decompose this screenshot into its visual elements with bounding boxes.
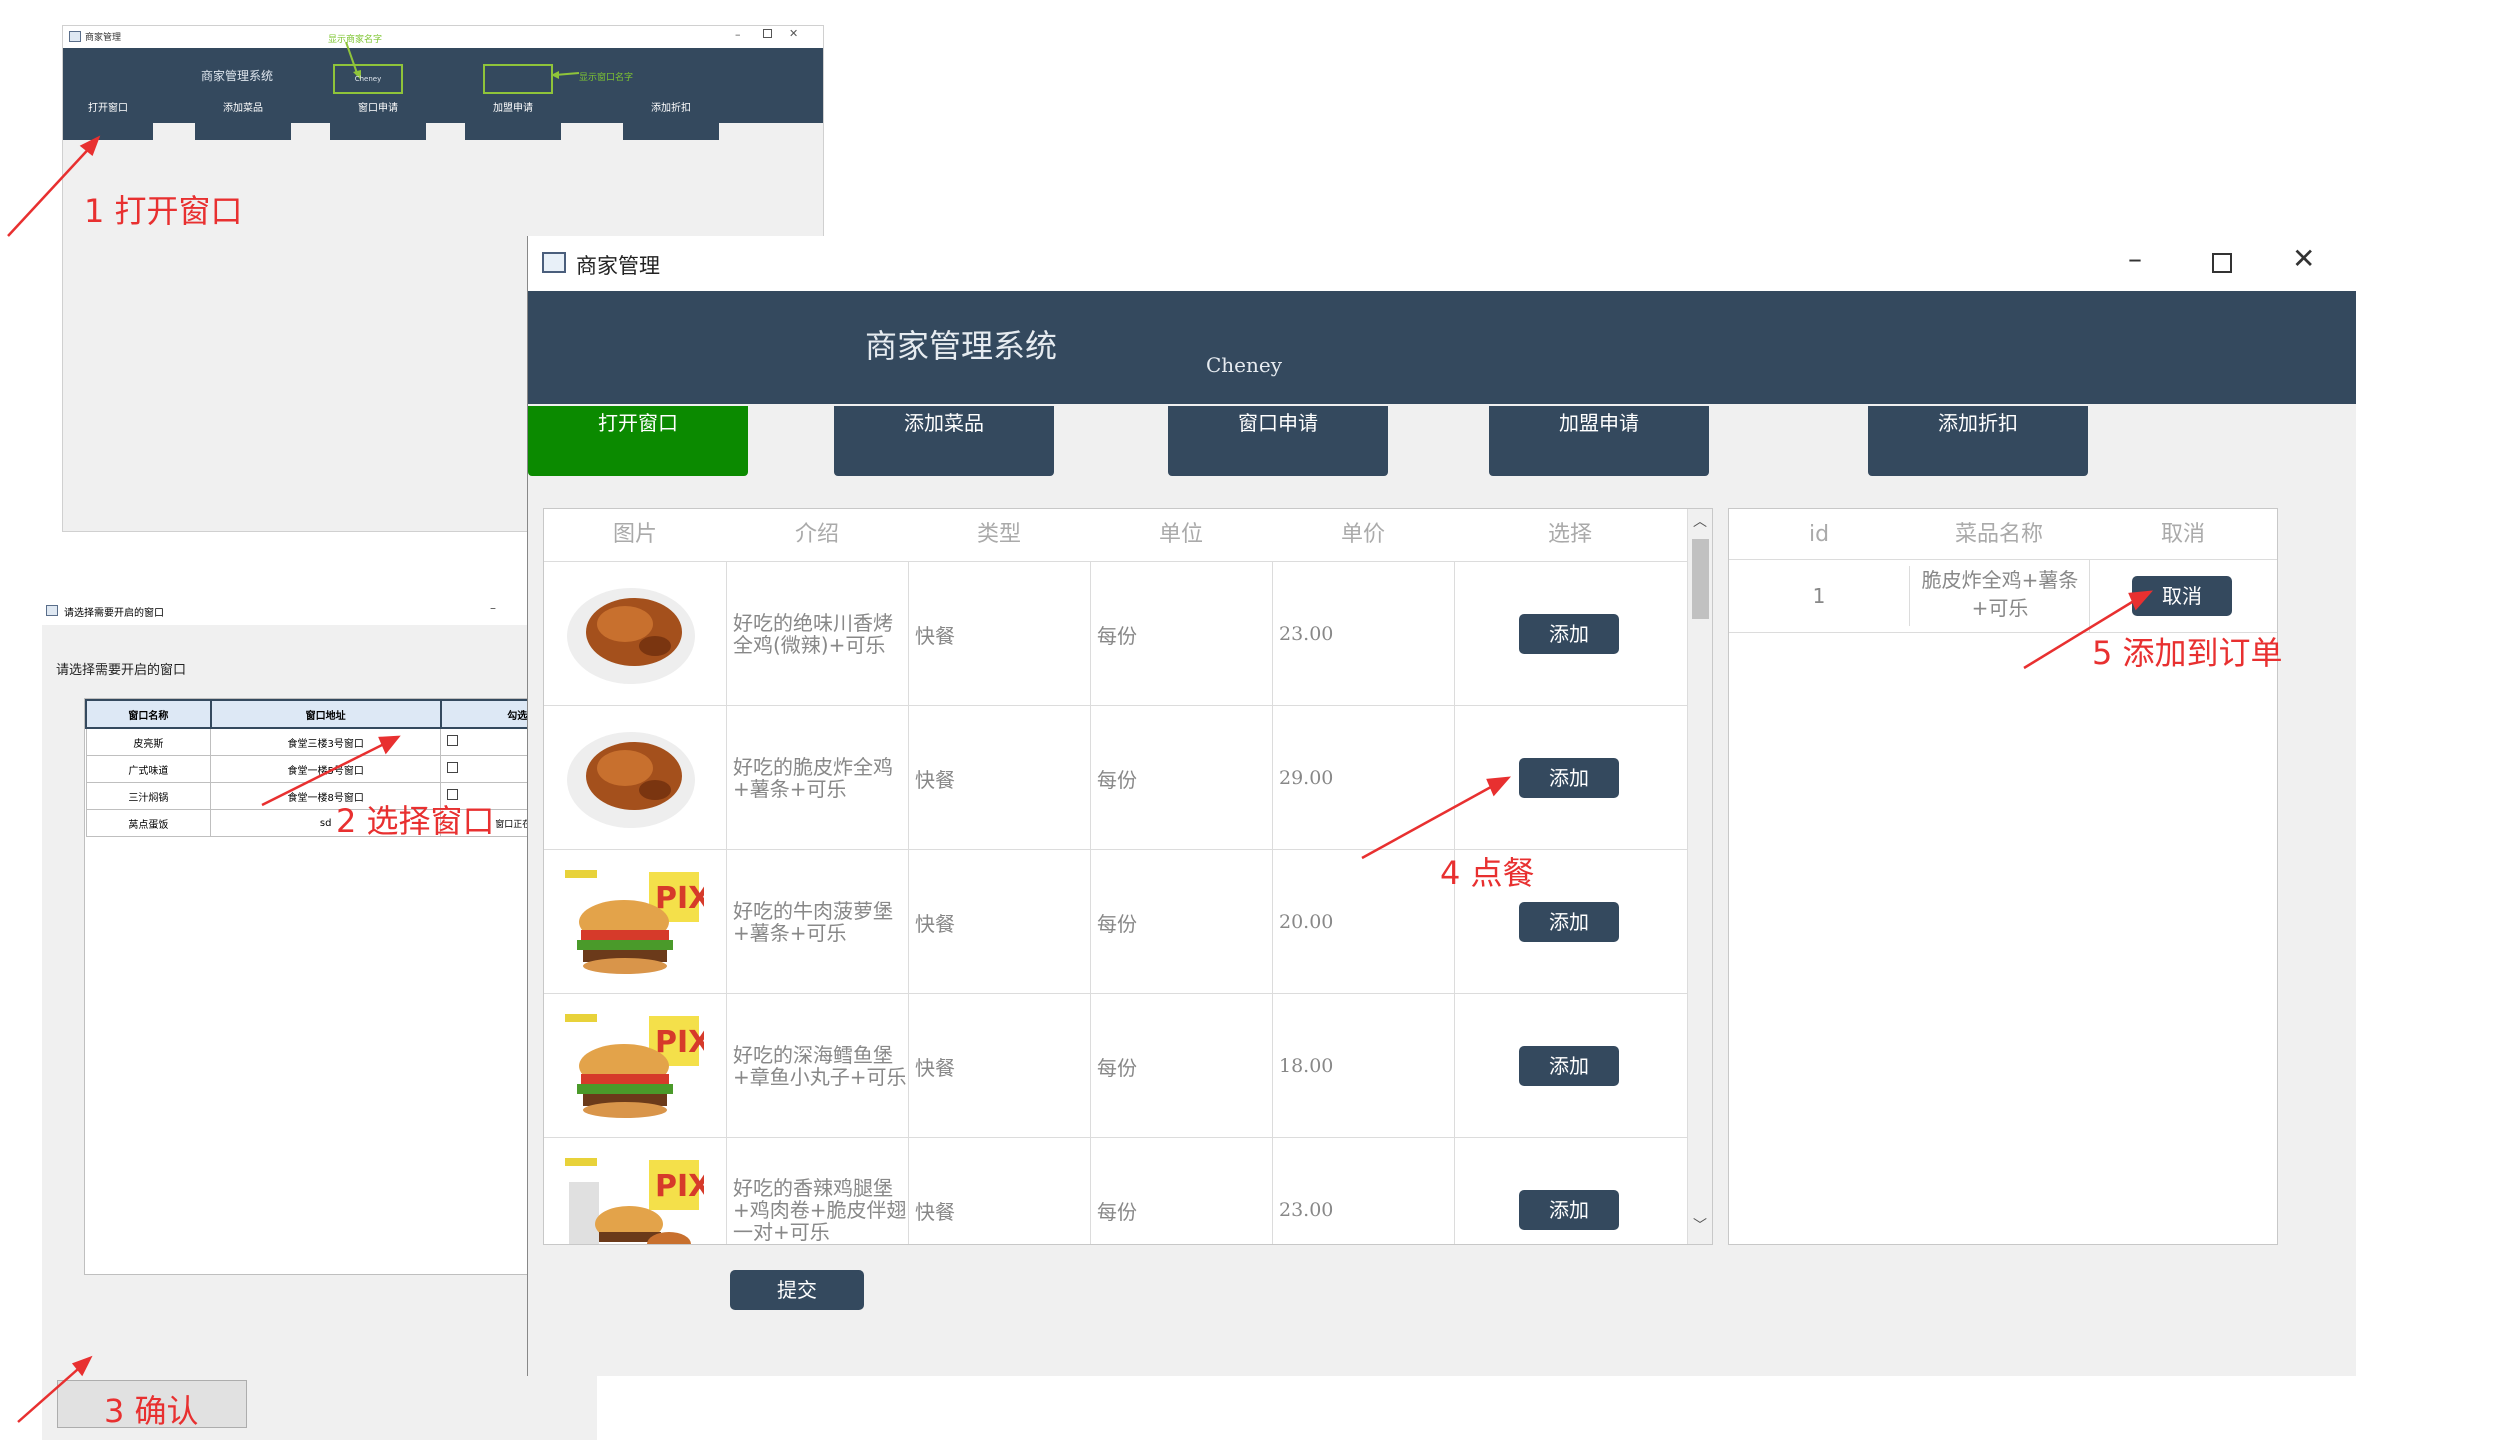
arrow-head-1 xyxy=(79,135,101,157)
arrow-3 xyxy=(17,1361,87,1423)
annotation-1: 1 打开窗口 xyxy=(84,192,243,230)
arrow-1 xyxy=(7,141,96,237)
annotation-arrows xyxy=(7,135,2154,1423)
annotation-4: 4 点餐 xyxy=(1440,854,1535,892)
arrow-head-5 xyxy=(2128,590,2154,611)
annotation-2: 2 选择窗口 xyxy=(336,802,495,840)
arrow-head-4 xyxy=(1486,776,1512,797)
arrow-head-2 xyxy=(378,735,401,755)
annotation-3: 3 确认 xyxy=(104,1392,199,1430)
annotation-5: 5 添加到订单 xyxy=(2092,634,2283,672)
arrow-4 xyxy=(1361,780,1501,860)
